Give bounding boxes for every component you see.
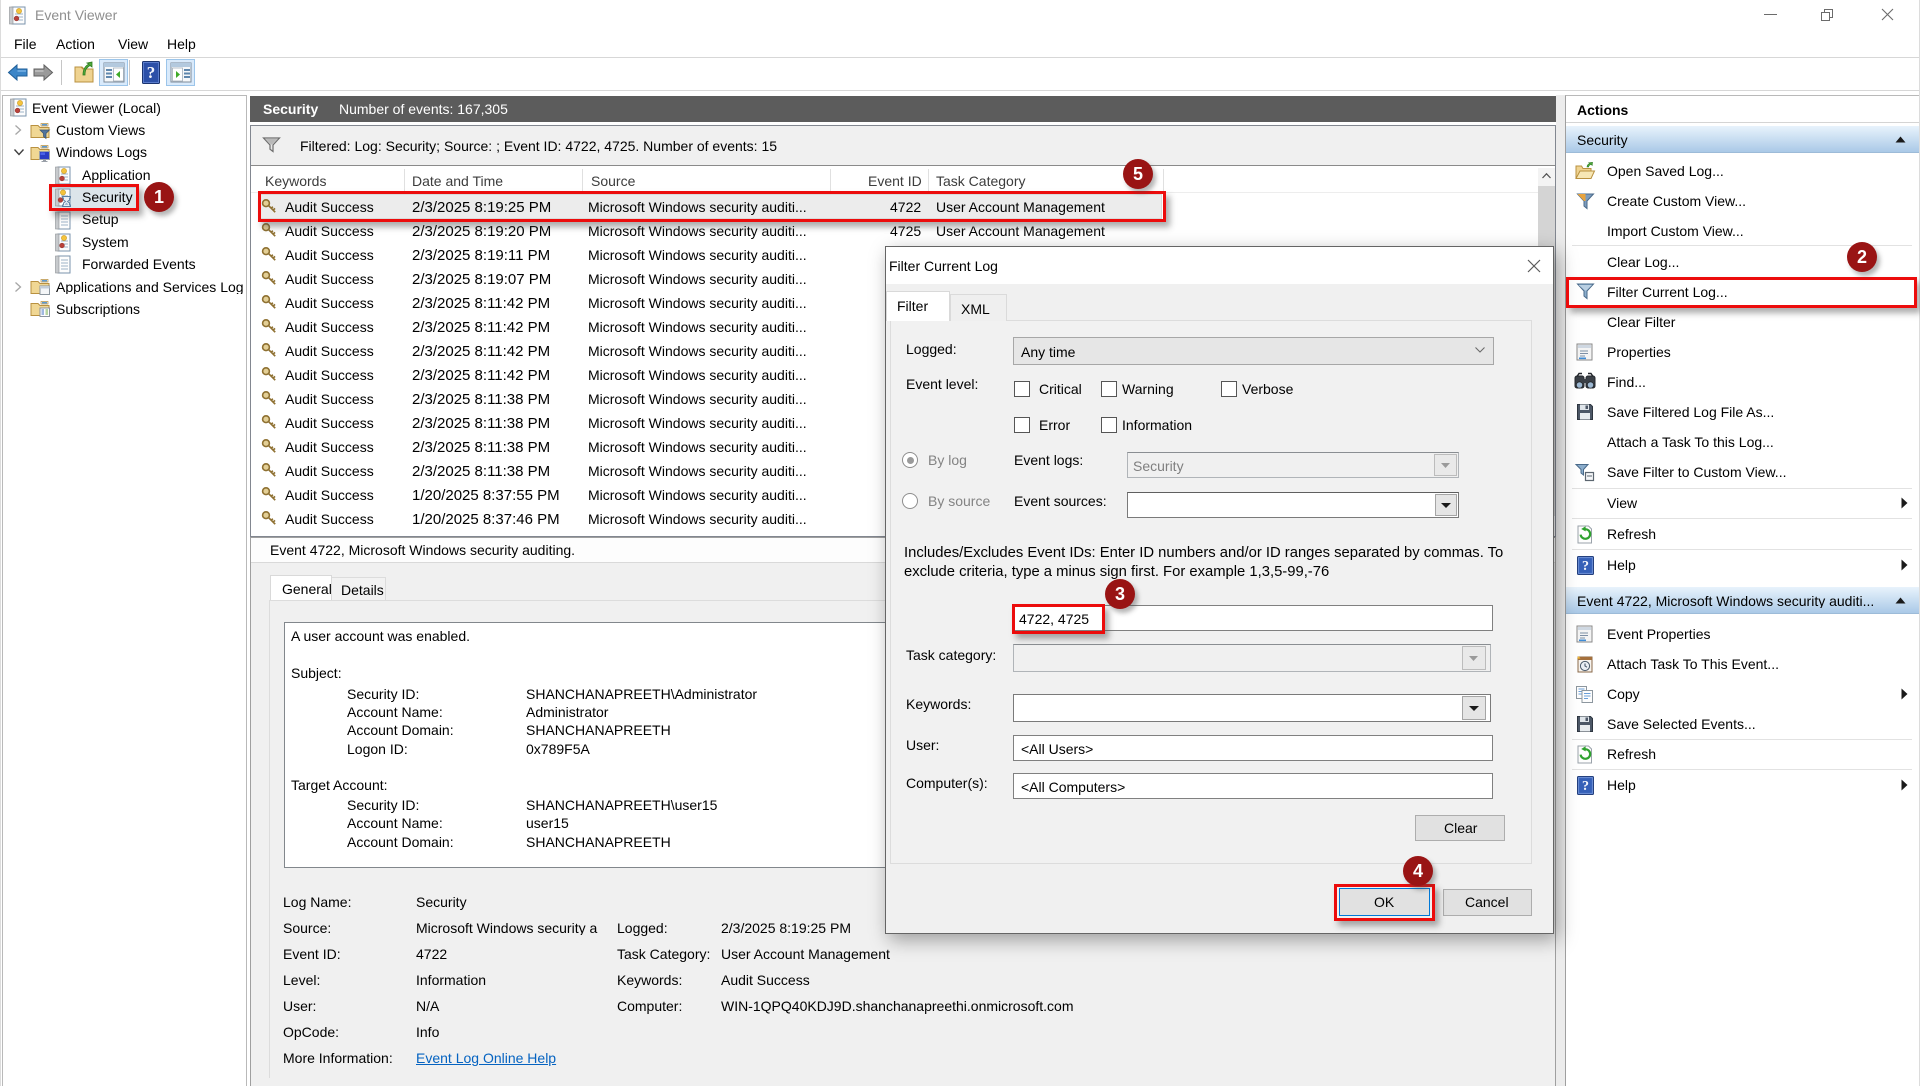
svg-text:?: ?	[1582, 559, 1589, 574]
svg-text:?: ?	[147, 63, 156, 82]
svg-text:?: ?	[1582, 779, 1589, 794]
